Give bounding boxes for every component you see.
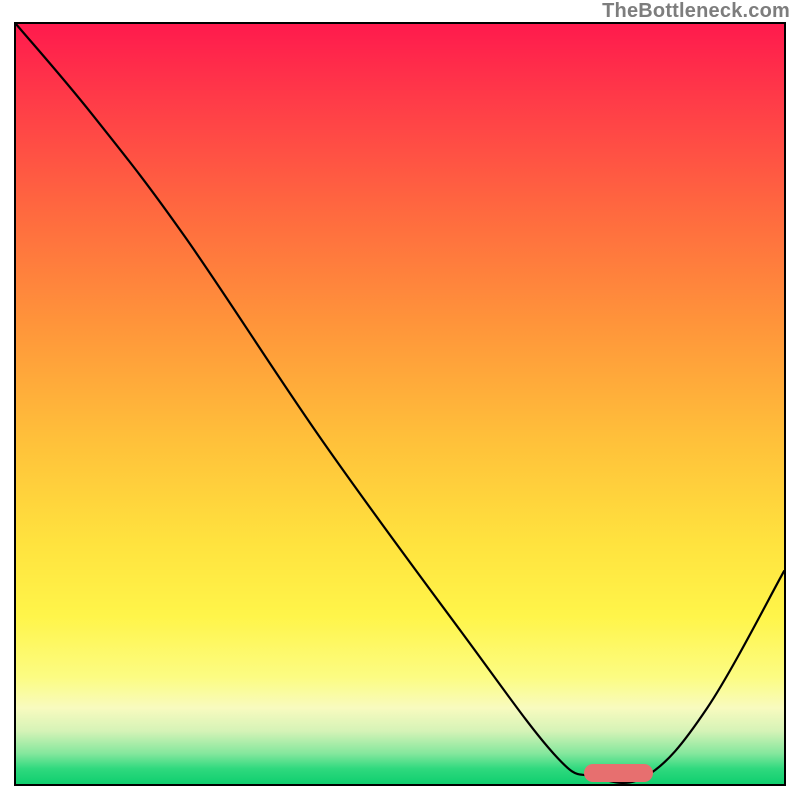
- plot-area: [14, 22, 786, 786]
- chart-container: TheBottleneck.com: [0, 0, 800, 800]
- watermark-text: TheBottleneck.com: [602, 0, 790, 23]
- optimal-range-marker: [584, 764, 653, 782]
- bottleneck-curve: [16, 24, 784, 784]
- curve-path: [16, 24, 784, 783]
